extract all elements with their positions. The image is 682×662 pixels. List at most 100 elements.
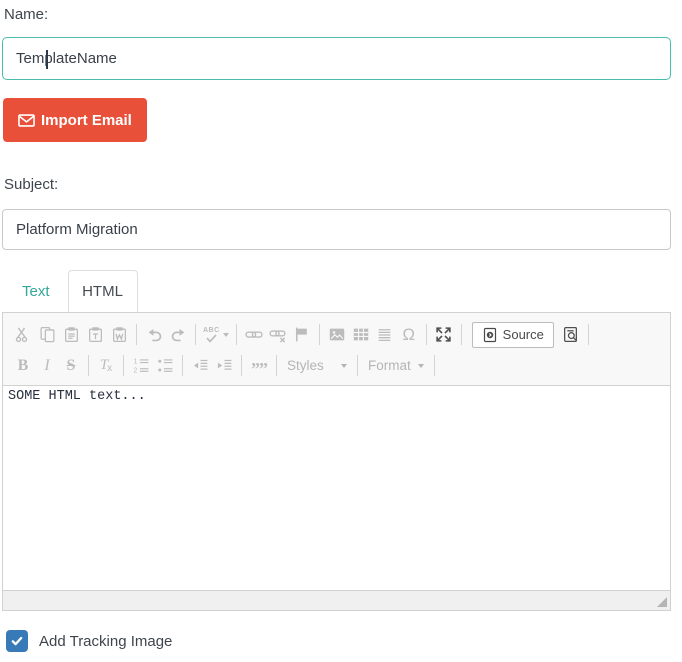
- horizontal-rule-button[interactable]: [373, 322, 397, 348]
- preview-icon: [562, 326, 579, 343]
- special-character-button[interactable]: Ω: [397, 322, 421, 348]
- import-email-label: Import Email: [41, 112, 132, 129]
- horizontal-rule-icon: [376, 326, 393, 343]
- svg-text:2: 2: [133, 368, 137, 374]
- tab-text[interactable]: Text: [2, 270, 68, 312]
- tab-html[interactable]: HTML: [68, 270, 138, 312]
- cut-icon: [15, 326, 32, 343]
- toolbar-row-2: B I S T x 1 2: [11, 350, 662, 381]
- strikethrough-icon: S: [67, 358, 76, 374]
- paste-from-word-button[interactable]: [107, 322, 131, 348]
- blockquote-icon: ””: [251, 360, 267, 378]
- toolbar-separator: [236, 324, 237, 345]
- increase-indent-icon: [216, 357, 233, 374]
- bold-icon: B: [18, 358, 29, 374]
- toolbar-separator: [136, 324, 137, 345]
- source-code-textarea[interactable]: SOME HTML text...: [3, 386, 670, 590]
- numbered-list-button[interactable]: 1 2: [129, 353, 153, 379]
- omega-icon: Ω: [402, 325, 415, 345]
- editor-toolbar: ABC: [3, 313, 670, 386]
- styles-dropdown-label: Styles: [287, 358, 324, 373]
- subject-label: Subject:: [4, 170, 671, 193]
- insert-image-button[interactable]: [325, 322, 349, 348]
- checkmark-icon: [10, 634, 24, 648]
- toolbar-row-1: ABC: [11, 319, 662, 350]
- maximize-button[interactable]: [432, 322, 456, 348]
- add-tracking-image-checkbox[interactable]: [6, 630, 28, 652]
- redo-icon: [170, 326, 187, 343]
- source-button-label: Source: [503, 327, 544, 342]
- anchor-flag-icon: [293, 326, 310, 343]
- link-button[interactable]: [242, 322, 266, 348]
- spellcheck-button[interactable]: ABC: [201, 322, 231, 348]
- anchor-button[interactable]: [290, 322, 314, 348]
- paste-button[interactable]: [59, 322, 83, 348]
- undo-icon: [146, 326, 163, 343]
- table-icon: [352, 326, 370, 343]
- tracking-option: Add Tracking Image: [6, 630, 671, 652]
- name-input[interactable]: TemplateName: [2, 37, 671, 80]
- subject-input[interactable]: Platform Migration: [2, 209, 671, 250]
- subject-input-value: Platform Migration: [16, 221, 138, 238]
- italic-icon: I: [44, 358, 49, 374]
- increase-indent-button[interactable]: [212, 353, 236, 379]
- toolbar-separator: [319, 324, 320, 345]
- decrease-indent-button[interactable]: [188, 353, 212, 379]
- preview-button[interactable]: [559, 322, 583, 348]
- chevron-down-icon: [341, 364, 347, 368]
- toolbar-separator: [195, 324, 196, 345]
- name-input-value: TemplateName: [16, 50, 117, 67]
- html-editor: ABC: [2, 312, 671, 611]
- text-cursor: [46, 50, 48, 69]
- copy-button[interactable]: [35, 322, 59, 348]
- toolbar-separator: [88, 355, 89, 376]
- toolbar-separator: [434, 355, 435, 376]
- svg-text:1: 1: [133, 359, 137, 366]
- editor-mode-tabs: Text HTML: [2, 270, 671, 312]
- blockquote-button[interactable]: ””: [247, 353, 271, 379]
- format-dropdown[interactable]: Format: [363, 354, 429, 378]
- chevron-down-icon: [223, 333, 229, 337]
- decrease-indent-icon: [192, 357, 209, 374]
- toolbar-separator: [461, 324, 462, 345]
- unlink-icon: [269, 326, 287, 343]
- bullet-list-icon: [157, 357, 174, 374]
- bold-button[interactable]: B: [11, 353, 35, 379]
- italic-button[interactable]: I: [35, 353, 59, 379]
- insert-table-button[interactable]: [349, 322, 373, 348]
- image-icon: [328, 326, 346, 343]
- redo-button[interactable]: [166, 322, 190, 348]
- resize-handle[interactable]: [657, 597, 667, 607]
- name-label: Name:: [4, 0, 671, 23]
- chevron-down-icon: [418, 364, 424, 368]
- maximize-icon: [435, 326, 452, 343]
- add-tracking-image-label: Add Tracking Image: [39, 633, 172, 650]
- cut-button[interactable]: [11, 322, 35, 348]
- numbered-list-icon: 1 2: [133, 357, 150, 374]
- styles-dropdown[interactable]: Styles: [282, 354, 352, 378]
- import-email-button[interactable]: Import Email: [3, 98, 147, 142]
- toolbar-separator: [357, 355, 358, 376]
- template-editor-form: Name: TemplateName Import Email Subject:…: [2, 0, 671, 652]
- paste-from-word-icon: [111, 326, 128, 343]
- paste-icon: [63, 326, 80, 343]
- undo-button[interactable]: [142, 322, 166, 348]
- copy-icon: [39, 326, 56, 343]
- source-button[interactable]: Source: [472, 322, 554, 348]
- toolbar-separator: [588, 324, 589, 345]
- link-icon: [245, 326, 263, 343]
- bullet-list-button[interactable]: [153, 353, 177, 379]
- paste-plain-text-icon: [87, 326, 104, 343]
- source-icon: [482, 327, 498, 343]
- format-dropdown-label: Format: [368, 358, 411, 373]
- toolbar-separator: [426, 324, 427, 345]
- spellcheck-icon: ABC: [203, 327, 220, 343]
- toolbar-separator: [182, 355, 183, 376]
- toolbar-separator: [123, 355, 124, 376]
- unlink-button[interactable]: [266, 322, 290, 348]
- strikethrough-button[interactable]: S: [59, 353, 83, 379]
- remove-format-button[interactable]: T x: [94, 353, 118, 379]
- toolbar-separator: [276, 355, 277, 376]
- editor-status-bar: [3, 590, 670, 610]
- paste-plain-text-button[interactable]: [83, 322, 107, 348]
